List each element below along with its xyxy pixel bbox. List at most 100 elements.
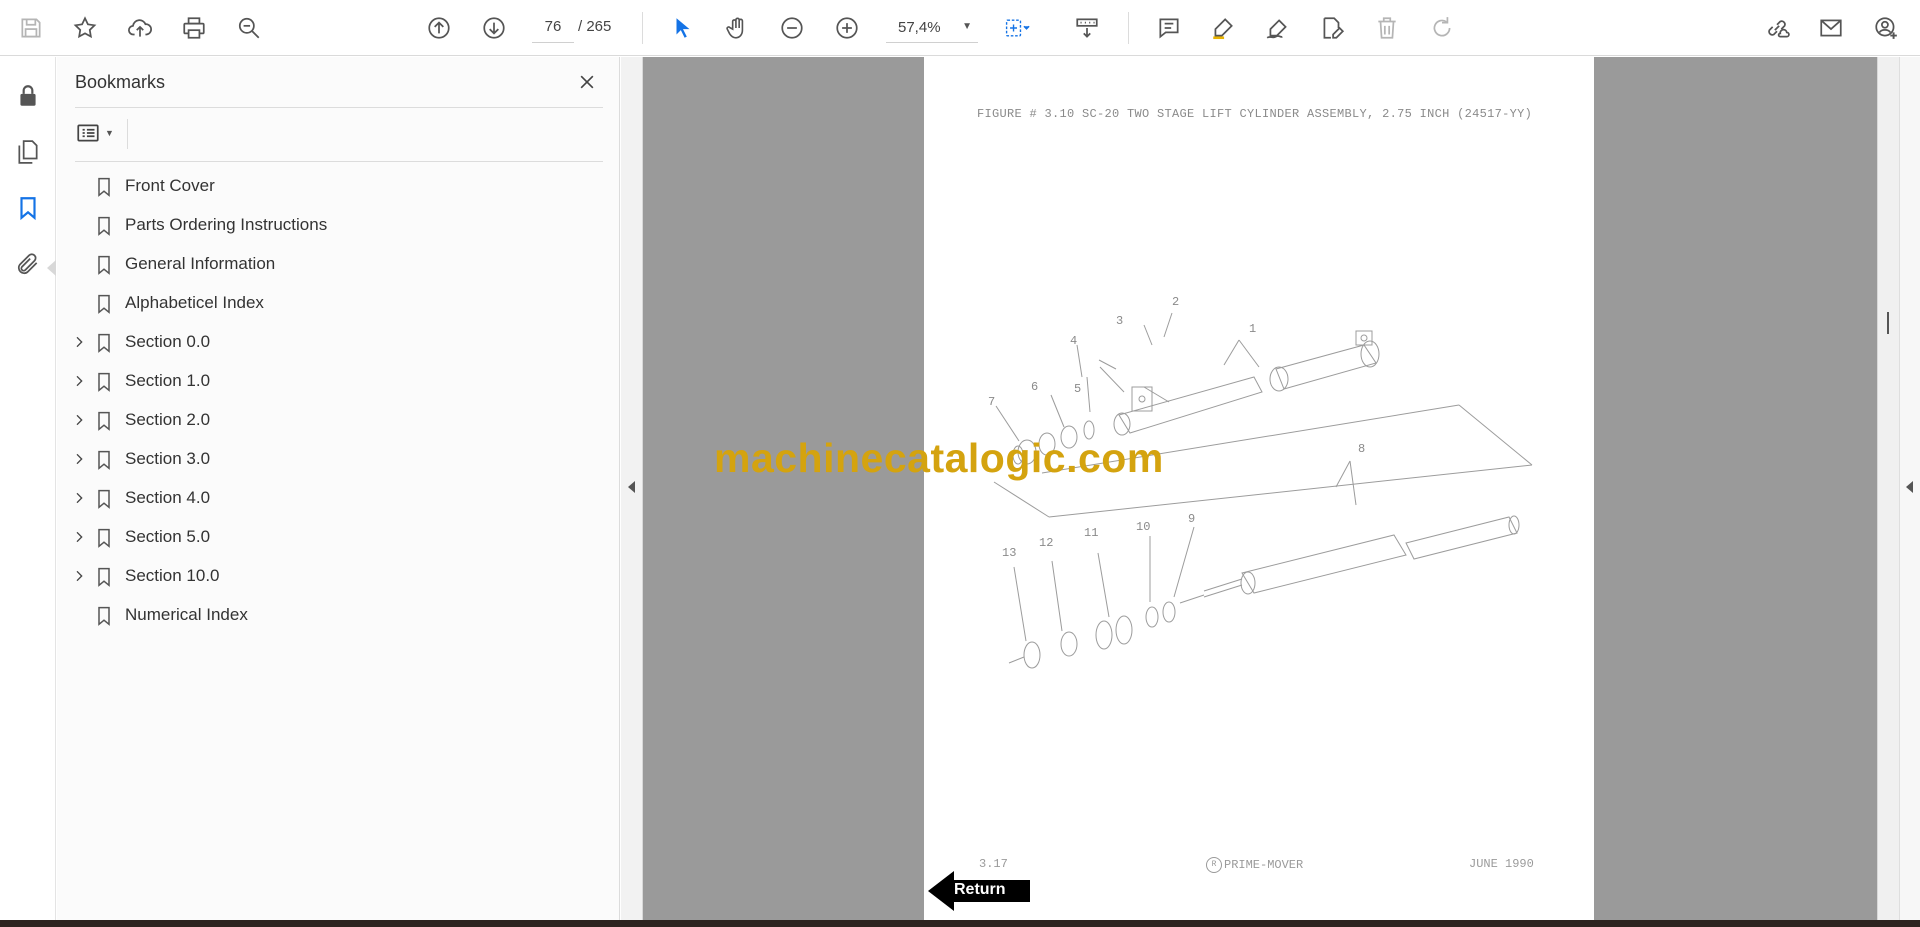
- zoom-select[interactable]: 57,4% ▼: [886, 11, 978, 43]
- bookmark-options-button[interactable]: ▼: [75, 117, 123, 149]
- bookmark-item[interactable]: Parts Ordering Instructions: [57, 206, 617, 245]
- bookmark-item[interactable]: Alphabeticel Index: [57, 284, 617, 323]
- find-icon[interactable]: [230, 9, 268, 47]
- delete-icon[interactable]: [1368, 9, 1406, 47]
- lock-icon[interactable]: [9, 77, 47, 115]
- close-icon[interactable]: [572, 67, 602, 97]
- bookmark-item[interactable]: Section 10.0: [57, 557, 617, 596]
- chevron-right-icon[interactable]: [69, 449, 89, 469]
- chevron-down-icon: ▼: [962, 21, 972, 32]
- expand-arrow-icon: [1906, 481, 1913, 493]
- chevron-right-icon[interactable]: [69, 371, 89, 391]
- pages-icon[interactable]: [9, 133, 47, 171]
- bookmark-item[interactable]: Section 4.0: [57, 479, 617, 518]
- main-toolbar: / 265 57,4% ▼: [0, 0, 1920, 56]
- callout-6: 6: [1031, 380, 1039, 394]
- bookmark-item[interactable]: Front Cover: [57, 167, 617, 206]
- bookmark-icon: [93, 370, 115, 394]
- callout-4: 4: [1070, 334, 1078, 348]
- callout-1: 1: [1249, 322, 1257, 336]
- page-number-input[interactable]: [532, 11, 574, 43]
- callout-5: 5: [1074, 382, 1082, 396]
- bookmark-label: Section 4.0: [125, 488, 211, 507]
- redo-icon[interactable]: [1423, 9, 1461, 47]
- marquee-zoom-icon[interactable]: [998, 9, 1036, 47]
- taskbar-edge: [0, 920, 1920, 927]
- collapse-arrow-icon: [628, 481, 635, 493]
- bookmarks-icon[interactable]: [9, 189, 47, 227]
- comment-icon[interactable]: [1150, 9, 1188, 47]
- chevron-right-icon[interactable]: [69, 527, 89, 547]
- bookmark-label: General Information: [125, 254, 276, 273]
- bookmark-item[interactable]: Section 3.0: [57, 440, 617, 479]
- vertical-scrollbar[interactable]: [1877, 57, 1899, 920]
- zoom-out-icon[interactable]: [773, 9, 811, 47]
- draw-icon[interactable]: [1259, 9, 1297, 47]
- bookmark-label: Alphabeticel Index: [125, 293, 264, 312]
- bookmark-icon: [93, 214, 115, 238]
- bookmark-item[interactable]: Section 5.0: [57, 518, 617, 557]
- email-icon[interactable]: [1812, 9, 1850, 47]
- scroll-mode-icon[interactable]: [1068, 9, 1106, 47]
- callout-10: 10: [1136, 520, 1151, 534]
- bookmark-item[interactable]: Section 1.0: [57, 362, 617, 401]
- document-page: FIGURE # 3.10 SC-20 TWO STAGE LIFT CYLIN…: [924, 57, 1594, 920]
- chevron-right-icon[interactable]: [69, 332, 89, 352]
- chevron-right-icon[interactable]: [69, 566, 89, 586]
- bookmark-label: Section 3.0: [125, 449, 211, 468]
- bookmark-icon: [93, 604, 115, 628]
- footer-date: JUNE 1990: [1469, 857, 1534, 871]
- toolbar-divider: [1128, 12, 1129, 44]
- bookmark-icon: [93, 331, 115, 355]
- bookmark-icon: [93, 175, 115, 199]
- toolbar-divider: [642, 12, 643, 44]
- document-viewport[interactable]: FIGURE # 3.10 SC-20 TWO STAGE LIFT CYLIN…: [643, 57, 1877, 920]
- chevron-down-icon: ▼: [105, 128, 114, 138]
- callout-9: 9: [1188, 512, 1196, 526]
- print-icon[interactable]: [175, 9, 213, 47]
- bookmark-label: Section 2.0: [125, 410, 211, 429]
- hand-icon[interactable]: [718, 9, 756, 47]
- navigation-rail: [0, 57, 56, 920]
- watermark-text: machinecatalogic.com: [714, 435, 1164, 481]
- bookmarks-panel: Bookmarks ▼ Front Cover Parts Ordering In…: [57, 57, 620, 920]
- bookmark-item[interactable]: Section 2.0: [57, 401, 617, 440]
- right-panel-handle[interactable]: [1899, 57, 1920, 920]
- bookmark-star-icon[interactable]: [66, 9, 104, 47]
- footer-brand: R PRIME-MOVER: [1206, 857, 1303, 873]
- panel-title: Bookmarks: [75, 72, 166, 92]
- page-total: / 265: [578, 18, 612, 35]
- select-arrow-icon[interactable]: [664, 9, 702, 47]
- upload-icon[interactable]: [121, 9, 159, 47]
- options-divider: [127, 119, 128, 149]
- panel-collapse-handle[interactable]: [621, 57, 643, 920]
- return-button[interactable]: Return: [928, 869, 1030, 913]
- callout-13: 13: [1002, 546, 1017, 560]
- highlight-icon[interactable]: [1204, 9, 1242, 47]
- chevron-right-icon[interactable]: [69, 410, 89, 430]
- bookmark-icon: [93, 526, 115, 550]
- save-icon[interactable]: [12, 9, 50, 47]
- chevron-right-icon[interactable]: [69, 488, 89, 508]
- bookmark-item[interactable]: General Information: [57, 245, 617, 284]
- bookmark-list: Front Cover Parts Ordering Instructions Ge…: [57, 167, 617, 635]
- bookmark-icon: [93, 448, 115, 472]
- bookmark-icon: [93, 253, 115, 277]
- share-link-icon[interactable]: [1758, 9, 1796, 47]
- footer-brand-text: PRIME-MOVER: [1224, 858, 1304, 873]
- return-label: Return: [954, 881, 1006, 898]
- sign-in-icon[interactable]: [1867, 9, 1905, 47]
- page-up-icon[interactable]: [420, 9, 458, 47]
- bookmark-item[interactable]: Numerical Index: [57, 596, 617, 635]
- bookmark-item[interactable]: Section 0.0: [57, 323, 617, 362]
- attachments-icon[interactable]: [9, 245, 47, 283]
- exploded-parts-drawing: [993, 312, 1533, 669]
- zoom-in-icon[interactable]: [828, 9, 866, 47]
- panel-divider: [75, 107, 603, 108]
- bookmark-icon: [93, 409, 115, 433]
- bookmark-label: Parts Ordering Instructions: [125, 215, 328, 234]
- scrollbar-thumb[interactable]: [1887, 312, 1889, 334]
- bookmark-label: Numerical Index: [125, 605, 248, 624]
- edit-text-icon[interactable]: [1313, 9, 1351, 47]
- page-down-icon[interactable]: [475, 9, 513, 47]
